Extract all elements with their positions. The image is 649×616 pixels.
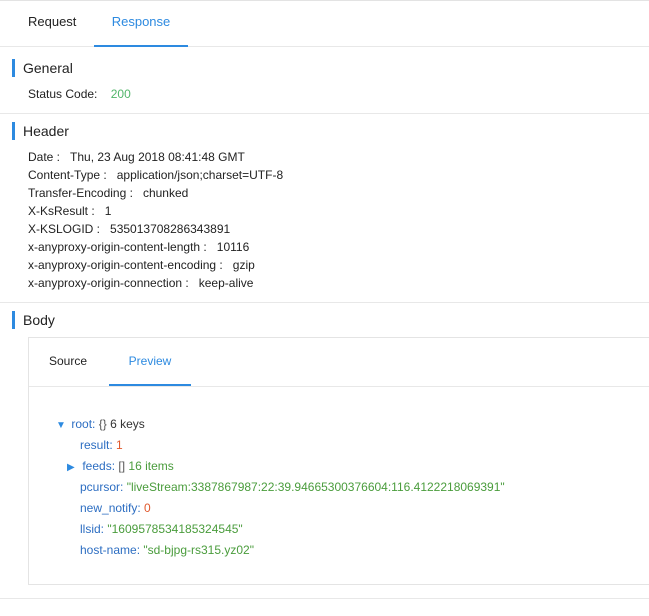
request-response-tabs: Request Response [0,1,649,47]
header-value: chunked [142,186,189,200]
tree-key: pcursor: [80,480,124,494]
header-key: x-anyproxy-origin-connection : [28,276,189,290]
header-key: x-anyproxy-origin-content-length : [28,240,207,254]
tree-node-host-name: host-name: "sd-bjpg-rs315.yz02" [80,543,254,557]
status-code-label: Status Code: [28,87,98,101]
header-value: gzip [232,258,255,272]
triangle-right-icon[interactable]: ▶ [67,462,79,473]
header-row: Content-Type : application/json;charset=U… [28,168,283,182]
header-section-title: Header [12,122,69,140]
tree-node-new-notify: new_notify: 0 [80,501,151,515]
tab-request[interactable]: Request [28,1,76,45]
header-value: keep-alive [198,276,254,290]
tree-node-feeds[interactable]: ▶ feeds: [] 16 items [67,459,174,473]
tab-source[interactable]: Source [49,338,87,384]
tree-brackets: [] [118,459,126,473]
body-view-tabs: Source Preview [29,338,649,387]
status-code-row: Status Code: 200 [28,87,131,101]
tree-key: host-name: [80,543,141,557]
header-row: x-anyproxy-origin-content-length : 10116 [28,240,249,254]
status-code-value: 200 [110,87,131,101]
tree-node-pcursor: pcursor: "liveStream:3387867987:22:39.94… [80,480,505,494]
header-row: X-KsResult : 1 [28,204,111,218]
tree-value-string: "sd-bjpg-rs315.yz02" [143,543,254,557]
header-key: Date : [28,150,61,164]
section-divider [0,302,649,303]
tree-key: new_notify: [80,501,141,515]
header-value: 1 [104,204,112,218]
header-row: X-KSLOGID : 535013708286343891 [28,222,230,236]
header-row: x-anyproxy-origin-content-encoding : gzip [28,258,255,272]
tree-key: llsid: [80,522,105,536]
tree-key: result: [80,438,113,452]
tree-value-string: "1609578534185324545" [107,522,243,536]
header-key: Transfer-Encoding : [28,186,133,200]
tree-node-llsid: llsid: "1609578534185324545" [80,522,243,536]
header-value: 535013708286343891 [110,222,231,236]
header-row: Transfer-Encoding : chunked [28,186,188,200]
header-value: application/json;charset=UTF-8 [116,168,284,182]
header-key: X-KSLOGID : [28,222,101,236]
tab-preview[interactable]: Preview [109,338,191,386]
tree-root-node[interactable]: ▼ root: {} 6 keys [56,417,145,431]
header-row: x-anyproxy-origin-connection : keep-alive [28,276,253,290]
section-divider [0,113,649,114]
header-key: X-KsResult : [28,204,95,218]
tree-node-result: result: 1 [80,438,123,452]
tree-meta: 6 keys [110,417,145,431]
header-key: x-anyproxy-origin-content-encoding : [28,258,223,272]
tree-value-number: 0 [144,501,151,515]
header-row: Date : Thu, 23 Aug 2018 08:41:48 GMT [28,150,245,164]
tab-response[interactable]: Response [94,1,188,47]
tree-value-string: "liveStream:3387867987:22:39.94665300376… [126,480,505,494]
header-value: Thu, 23 Aug 2018 08:41:48 GMT [70,150,245,164]
tree-value-number: 1 [116,438,123,452]
bottom-divider [0,598,649,599]
body-panel: Source Preview ▼ root: {} 6 keys result:… [28,337,649,585]
body-section-title: Body [12,311,55,329]
tree-meta: 16 items [128,459,174,473]
header-value: 10116 [216,240,250,254]
tree-key: feeds: [82,459,116,473]
tree-braces: {} [98,417,107,431]
general-section-title: General [12,59,73,77]
tree-key: root: [71,417,96,431]
triangle-down-icon[interactable]: ▼ [56,420,68,431]
header-key: Content-Type : [28,168,107,182]
